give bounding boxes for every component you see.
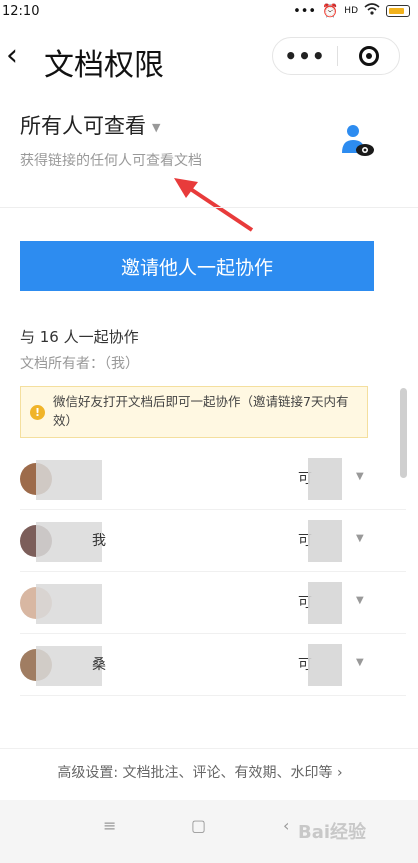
- back-icon[interactable]: ‹: [283, 816, 289, 835]
- status-bar: 12:10 ••• ⏰ HD: [0, 0, 418, 24]
- target-icon[interactable]: [338, 46, 399, 66]
- permission-title: 所有人可查看: [20, 114, 146, 138]
- invite-tip-banner: ! 微信好友打开文档后即可一起协作（邀请链接7天内有效）: [20, 386, 368, 438]
- name-mosaic: [36, 460, 102, 500]
- caret-down-icon[interactable]: ▼: [356, 595, 364, 606]
- warning-icon: !: [30, 405, 45, 420]
- more-dots-icon[interactable]: •••: [273, 44, 337, 68]
- caret-down-icon[interactable]: ▼: [356, 533, 364, 544]
- role-mosaic: [308, 582, 342, 624]
- name-mosaic: [36, 584, 102, 624]
- person-eye-icon[interactable]: [336, 120, 376, 160]
- more-dots-icon: •••: [293, 3, 317, 19]
- caret-down-icon[interactable]: ▼: [356, 657, 364, 668]
- tip-text: 微信好友打开文档后即可一起协作（邀请链接7天内有效）: [53, 394, 349, 428]
- top-bar: ‹ 文档权限 •••: [0, 28, 418, 90]
- role-mosaic: [308, 458, 342, 500]
- list-item[interactable]: 我 可 ▼: [0, 510, 418, 572]
- alarm-icon: ⏰: [322, 3, 339, 19]
- collaborator-count: 与 16 人一起协作: [20, 328, 139, 346]
- permission-section: 所有人可查看 ▼ 获得链接的任何人可查看文档: [20, 110, 400, 170]
- role-mosaic: [308, 520, 342, 562]
- status-time: 12:10: [2, 4, 40, 19]
- role-mosaic: [308, 644, 342, 686]
- member-name: 桑: [92, 657, 106, 673]
- page-title: 文档权限: [44, 48, 164, 83]
- chevron-left-icon[interactable]: ‹: [6, 38, 18, 73]
- advanced-settings-link[interactable]: 高级设置: 文档批注、评论、有效期、水印等 ›: [0, 762, 400, 782]
- menu-icon[interactable]: ≡: [103, 816, 116, 835]
- collaborators-summary: 与 16 人一起协作 文档所有者：（我）: [20, 326, 139, 373]
- section-divider: [0, 748, 418, 749]
- wifi-icon: [364, 3, 380, 19]
- annotation-arrow: [174, 178, 254, 232]
- battery-icon: [386, 5, 410, 17]
- signal-icon: HD: [344, 6, 358, 16]
- document-permission-screen: 12:10 ••• ⏰ HD ‹ 文档权限 ••• 所有人可查看 ▼ 获得链接的任…: [0, 0, 418, 863]
- list-item[interactable]: 可 ▼: [0, 448, 418, 510]
- invite-collaborate-button[interactable]: 邀请他人一起协作: [20, 241, 374, 291]
- section-divider: [0, 207, 418, 208]
- member-name: 我: [92, 533, 106, 549]
- owner-label: 文档所有者：（我）: [20, 356, 139, 372]
- caret-down-icon: ▼: [152, 120, 161, 134]
- mini-program-capsule: •••: [272, 37, 400, 75]
- status-icons: ••• ⏰ HD: [293, 3, 410, 19]
- caret-down-icon[interactable]: ▼: [356, 471, 364, 482]
- home-icon[interactable]: ▢: [191, 816, 206, 835]
- watermark: Bai经验: [298, 822, 367, 843]
- list-item[interactable]: 可 ▼: [0, 572, 418, 634]
- list-item[interactable]: 桑 可 ▼: [0, 634, 418, 696]
- member-list: 可 ▼ 我 可 ▼ 可 ▼ 桑 可 ▼: [0, 448, 418, 696]
